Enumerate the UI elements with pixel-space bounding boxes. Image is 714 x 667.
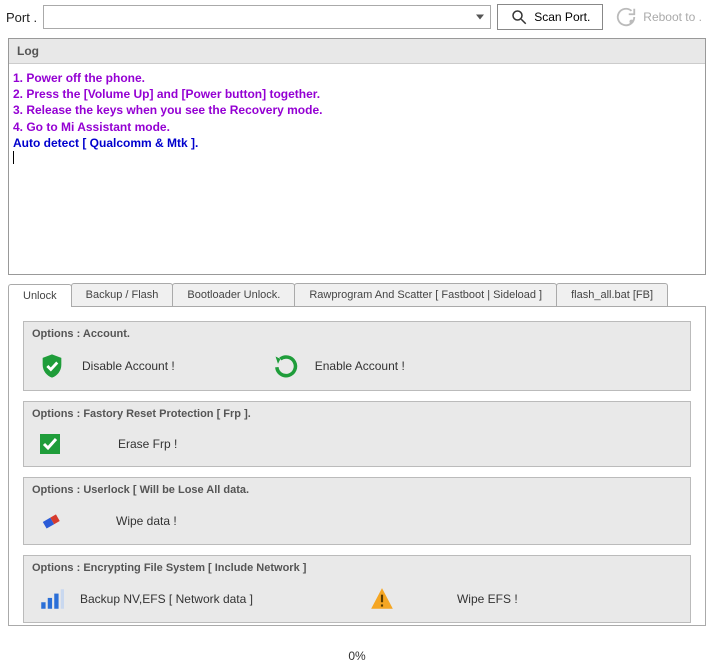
tab-content-unlock: Options : Account. Disable Account !	[8, 306, 706, 626]
group-frp-title: Options : Fastory Reset Protection [ Frp…	[24, 402, 690, 426]
scan-port-label: Scan Port.	[534, 10, 590, 24]
checkbox-checked-icon	[38, 432, 62, 456]
log-line: 4. Go to Mi Assistant mode.	[13, 119, 701, 135]
log-line: 3. Release the keys when you see the Rec…	[13, 102, 701, 118]
port-select[interactable]	[43, 5, 491, 29]
log-body: 1. Power off the phone.2. Press the [Vol…	[9, 64, 705, 274]
disable-account-button[interactable]: Disable Account !	[38, 352, 175, 380]
tabstrip: UnlockBackup / FlashBootloader Unlock.Ra…	[8, 283, 706, 306]
gear-refresh-icon	[615, 6, 637, 28]
port-label: Port .	[6, 10, 37, 25]
warning-icon	[369, 586, 395, 612]
reboot-to-button[interactable]: Reboot to .	[609, 6, 708, 28]
log-line: Auto detect [ Qualcomm & Mtk ].	[13, 135, 701, 151]
backup-efs-button[interactable]: Backup NV,EFS [ Network data ]	[38, 586, 253, 612]
group-efs-title: Options : Encrypting File System [ Inclu…	[24, 556, 690, 580]
undo-icon	[271, 352, 299, 380]
progress-percent: 0%	[348, 649, 365, 663]
group-account-title: Options : Account.	[24, 322, 690, 346]
wipe-data-label: Wipe data !	[116, 514, 177, 528]
tab-bootloader-unlock[interactable]: Bootloader Unlock.	[172, 283, 295, 306]
erase-frp-button[interactable]: Erase Frp !	[38, 432, 177, 456]
group-efs: Options : Encrypting File System [ Inclu…	[23, 555, 691, 623]
tab-flash-all-bat-fb[interactable]: flash_all.bat [FB]	[556, 283, 668, 306]
erase-frp-label: Erase Frp !	[118, 437, 177, 451]
tab-unlock[interactable]: Unlock	[8, 284, 72, 307]
group-userlock: Options : Userlock [ Will be Lose All da…	[23, 477, 691, 545]
log-line: 2. Press the [Volume Up] and [Power butt…	[13, 86, 701, 102]
disable-account-label: Disable Account !	[82, 359, 175, 373]
signal-bars-icon	[38, 586, 64, 612]
shield-check-icon	[38, 352, 66, 380]
wipe-efs-label: Wipe EFS !	[457, 592, 518, 606]
log-header: Log	[9, 39, 705, 64]
log-line: 1. Power off the phone.	[13, 70, 701, 86]
enable-account-button[interactable]: Enable Account !	[271, 352, 405, 380]
eraser-icon	[38, 508, 64, 534]
search-icon	[510, 8, 528, 26]
tab-backup-flash[interactable]: Backup / Flash	[71, 283, 174, 306]
group-userlock-title: Options : Userlock [ Will be Lose All da…	[24, 478, 690, 502]
status-bar: 0%	[0, 645, 714, 667]
backup-efs-label: Backup NV,EFS [ Network data ]	[80, 592, 253, 606]
reboot-to-label: Reboot to .	[643, 10, 702, 24]
group-account: Options : Account. Disable Account !	[23, 321, 691, 391]
group-frp: Options : Fastory Reset Protection [ Frp…	[23, 401, 691, 467]
wipe-data-button[interactable]: Wipe data !	[38, 508, 177, 534]
wipe-efs-button[interactable]: Wipe EFS !	[369, 586, 518, 612]
log-panel: Log 1. Power off the phone.2. Press the …	[8, 38, 706, 275]
tab-rawprogram-and-scatter-fastboot-sideload[interactable]: Rawprogram And Scatter [ Fastboot | Side…	[294, 283, 557, 306]
enable-account-label: Enable Account !	[315, 359, 405, 373]
scan-port-button[interactable]: Scan Port.	[497, 4, 603, 30]
